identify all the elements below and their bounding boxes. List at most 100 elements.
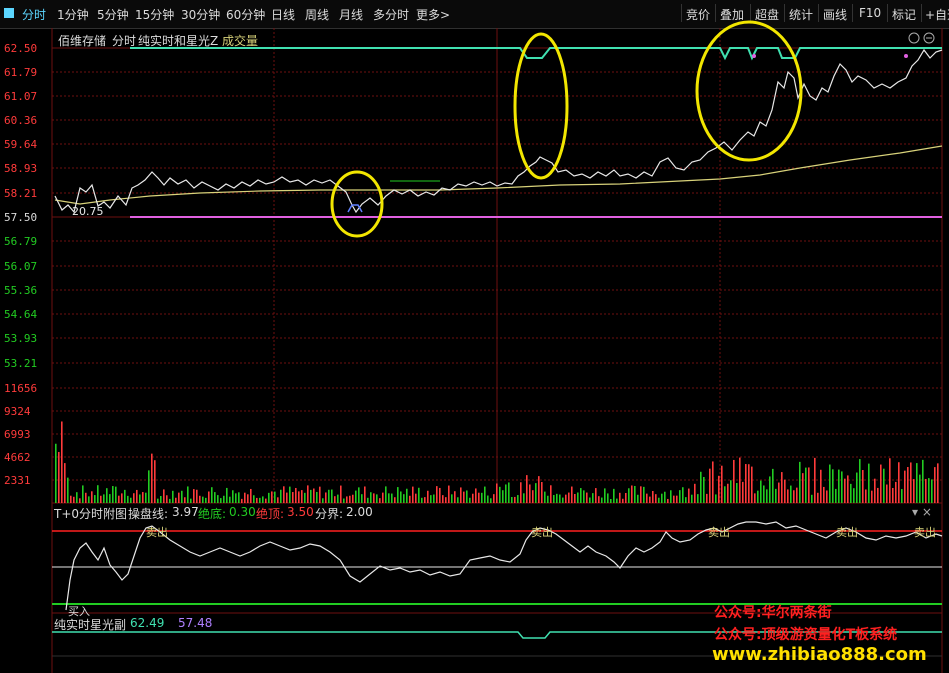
price-label: 57.50	[4, 211, 38, 224]
price-label: 59.64	[4, 138, 38, 151]
volume-bar	[571, 486, 573, 503]
volume-bar	[646, 493, 648, 503]
trading-line-label: 操盘线:	[128, 507, 169, 521]
volume-bar	[820, 469, 822, 503]
volume-bar	[406, 488, 408, 503]
volume-bar	[592, 493, 594, 503]
volume-bar	[712, 461, 714, 503]
volume-bar	[214, 492, 216, 503]
volume-bar	[640, 486, 642, 503]
volume-bar	[697, 494, 699, 503]
volume-bar	[868, 463, 870, 503]
volume-bar	[838, 469, 840, 503]
volume-bar	[937, 463, 939, 503]
volume-bar	[211, 487, 213, 503]
watermark-line-1: 公众号:华尔两条街	[714, 605, 832, 621]
volume-bar	[424, 497, 426, 503]
volume-bar	[388, 493, 390, 503]
volume-bar	[355, 490, 357, 503]
volume-bar	[568, 492, 570, 503]
volume-bar	[316, 491, 318, 503]
collapse-icon[interactable]: ▾ ×	[912, 505, 932, 519]
volume-bar	[205, 497, 207, 503]
volume-bar	[340, 485, 342, 503]
volume-bar	[289, 486, 291, 503]
volume-bar	[682, 487, 684, 503]
volume-bar	[292, 492, 294, 503]
volume-bar	[217, 495, 219, 503]
volume-bar	[613, 488, 615, 503]
volume-bar	[670, 490, 672, 503]
price-label: 62.50	[4, 42, 38, 55]
chart-corner-icons[interactable]	[908, 32, 935, 44]
volume-bar	[532, 490, 534, 503]
volume-bar	[253, 495, 255, 503]
price-label: 54.64	[4, 308, 38, 321]
volume-bar	[886, 484, 888, 503]
volume-bar	[559, 494, 561, 503]
volume-bar	[805, 467, 807, 503]
volume-bar	[544, 491, 546, 503]
volume-bar	[799, 461, 801, 503]
volume-bar	[766, 489, 768, 503]
volume-bar	[418, 487, 420, 503]
volume-bar	[451, 494, 453, 503]
volume-bar	[706, 493, 708, 503]
volume-bar	[889, 458, 891, 503]
volume-bar	[547, 495, 549, 503]
volume-bar	[673, 495, 675, 503]
volume-bar	[412, 486, 414, 503]
volume-bar	[790, 485, 792, 503]
volume-bar	[901, 489, 903, 503]
volume-bar	[427, 490, 429, 503]
volume-bar	[643, 486, 645, 503]
volume-bar	[145, 492, 147, 503]
volume-bar	[184, 497, 186, 503]
volume-bar	[178, 492, 180, 503]
volume-bar	[811, 494, 813, 503]
volume-bar	[499, 486, 501, 503]
volume-bar	[526, 475, 528, 503]
volume-bar	[694, 483, 696, 503]
volume-bar	[658, 497, 660, 503]
volume-bar	[724, 486, 726, 503]
volume-bar	[295, 487, 297, 503]
volume-bar	[709, 468, 711, 503]
volume-bar	[793, 490, 795, 503]
volume-bar	[844, 478, 846, 503]
volume-bar	[775, 488, 777, 503]
volume-bar	[187, 486, 189, 503]
volume-bar	[265, 498, 267, 503]
volume-bar	[331, 489, 333, 503]
volume-bar	[118, 495, 120, 503]
volume-bar	[913, 479, 915, 503]
sub2-value-1: 62.49	[130, 616, 165, 630]
volume-bar	[457, 497, 459, 503]
inline-value: 20.75	[72, 205, 104, 218]
trading-line	[65, 521, 943, 611]
divide-value: 2.00	[346, 505, 373, 519]
volume-bar	[745, 464, 747, 503]
volume-bar	[439, 487, 441, 503]
volume-bar	[94, 495, 96, 503]
volume-bar	[130, 497, 132, 503]
volume-bar	[352, 494, 354, 503]
volume-bar	[853, 488, 855, 503]
volume-bar	[151, 453, 153, 503]
volume-bar	[139, 494, 141, 503]
volume-bar	[817, 492, 819, 503]
volume-bar	[664, 491, 666, 503]
volume-bar	[283, 486, 285, 503]
volume-bar	[115, 486, 117, 503]
volume-bar	[835, 488, 837, 503]
volume-bar	[247, 494, 249, 503]
top-label: 绝顶:	[256, 507, 285, 521]
highlight-circle	[513, 32, 569, 180]
chart-canvas[interactable]	[0, 0, 949, 673]
indicator-name: 纯实时和星光Z	[138, 34, 219, 48]
volume-bar	[271, 491, 273, 503]
volume-bar	[781, 472, 783, 503]
price-label: 60.36	[4, 114, 38, 127]
signal-dot	[904, 54, 908, 58]
volume-bar	[649, 496, 651, 503]
